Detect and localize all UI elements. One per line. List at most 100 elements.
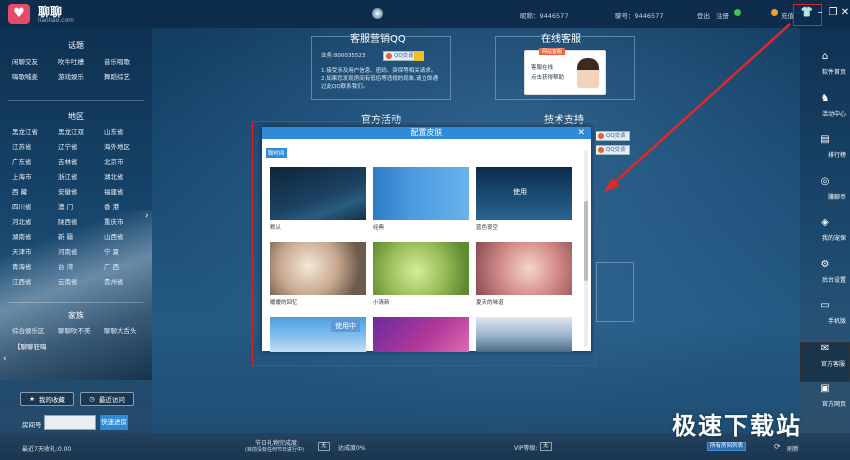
register-link[interactable]: 注册 xyxy=(716,10,729,20)
recent-button[interactable]: ◷ 最近访问 xyxy=(80,392,134,406)
right-sidebar-item[interactable]: ◈ 我的宠保 xyxy=(800,217,850,257)
online-status-icon xyxy=(734,9,741,16)
tech-qq-button-1[interactable]: QQ交谈 xyxy=(595,131,630,141)
tech-qq-button-2[interactable]: QQ交谈 xyxy=(595,145,630,155)
region-item[interactable]: 云南省 xyxy=(58,276,104,286)
region-item[interactable]: 黑龙江双 xyxy=(58,126,104,136)
chevron-right-icon[interactable]: › xyxy=(145,211,149,221)
skin-use-label[interactable]: 使用中 xyxy=(331,320,360,332)
close-icon[interactable]: ✕ xyxy=(838,6,850,20)
skin-shirt-icon[interactable]: 👕 xyxy=(800,6,814,20)
region-item[interactable]: 福建省 xyxy=(104,186,150,196)
customer-service-image[interactable]: 网站客服 客服在线 点击获得帮助 xyxy=(524,48,606,95)
favorites-label: 我的收藏 xyxy=(38,396,65,404)
region-item[interactable]: 江苏省 xyxy=(12,141,58,151)
family-item[interactable]: 聊聊吹不美 xyxy=(58,325,104,335)
region-item[interactable]: 河北省 xyxy=(12,216,58,226)
region-item[interactable]: 河南省 xyxy=(58,246,104,256)
mobile-icon: ▭ xyxy=(820,300,830,311)
region-item[interactable]: 浙江省 xyxy=(58,171,104,181)
region-item[interactable]: 澳 门 xyxy=(58,201,104,211)
right-sidebar-item[interactable]: ⌂ 软件首页 xyxy=(800,51,850,91)
skin-thumbnail[interactable]: 使用 xyxy=(476,167,572,220)
skin-name: 经典 xyxy=(373,225,385,231)
skin-thumbnail[interactable] xyxy=(476,242,572,295)
cs-text2: 点击获得帮助 xyxy=(531,75,565,81)
region-item[interactable]: 青海省 xyxy=(12,261,58,271)
online-service-title: 在线客服 xyxy=(541,34,581,45)
family-item[interactable]: 综合娱乐区 xyxy=(12,325,58,335)
region-item[interactable]: 广东省 xyxy=(12,156,58,166)
scrollbar-thumb[interactable] xyxy=(584,201,588,281)
right-sidebar-item[interactable]: ▣ 官方网页 xyxy=(800,383,850,423)
cs-avatar xyxy=(577,58,599,88)
region-item[interactable]: 广 西 xyxy=(104,261,150,271)
region-item[interactable]: 吉林省 xyxy=(58,156,104,166)
region-item[interactable]: 黑龙江省 xyxy=(12,126,58,136)
region-item[interactable]: 四川省 xyxy=(12,201,58,211)
region-item[interactable]: 西 藏 xyxy=(12,186,58,196)
special-room-item[interactable]: 【聊聊狂嗨 xyxy=(14,341,47,351)
region-item[interactable]: 山西省 xyxy=(104,231,150,241)
chevron-left-icon[interactable]: ‹ xyxy=(3,354,7,364)
region-item[interactable]: 重庆市 xyxy=(104,216,150,226)
favorites-button[interactable]: ★ 我的收藏 xyxy=(20,392,74,406)
regions-list: 黑龙江省 黑龙江双 山东省江苏省 辽宁省 海外地区广东省 吉林省 北京市上海市 浙江省 湖北省西… xyxy=(12,126,150,286)
topic-item[interactable]: 吹牛吐槽 xyxy=(58,56,104,66)
skin-thumbnail[interactable] xyxy=(373,242,469,295)
skin-config-dialog: 配置皮肤 ✕ 聊时间 默认 经典 使用 蓝色夜空 暖暖的回忆 小清新 夏天的味道 使用中 xyxy=(262,127,591,352)
quick-enter-button[interactable]: 快速进房 xyxy=(100,415,128,430)
region-item[interactable]: 海外地区 xyxy=(104,141,150,151)
right-sidebar-item[interactable]: ◎ 赚聊币 xyxy=(800,176,850,216)
region-item[interactable]: 台 湾 xyxy=(58,261,104,271)
recent-label: 最近访问 xyxy=(98,396,125,404)
home-icon: ⌂ xyxy=(821,51,829,62)
skin-category-tag[interactable]: 聊时间 xyxy=(266,148,287,158)
region-item[interactable]: 宁 夏 xyxy=(104,246,150,256)
qq-chat-button[interactable]: QQ交谈 xyxy=(383,51,418,61)
topic-item[interactable]: 嗨歌喊麦 xyxy=(12,71,58,81)
region-item[interactable]: 湖北省 xyxy=(104,171,150,181)
region-item[interactable]: 天津市 xyxy=(12,246,58,256)
minimize-icon[interactable]: – xyxy=(813,6,827,20)
topic-item[interactable]: 音乐唱歌 xyxy=(104,56,150,66)
right-sidebar-item[interactable]: ▭ 手机版 xyxy=(800,300,850,340)
topic-item[interactable]: 闲聊交友 xyxy=(12,56,58,66)
region-item[interactable]: 香 港 xyxy=(104,201,150,211)
region-item[interactable]: 山东省 xyxy=(104,126,150,136)
skin-thumbnail[interactable] xyxy=(476,317,572,352)
region-item[interactable]: 北京市 xyxy=(104,156,150,166)
topic-item[interactable]: 舞蹈综艺 xyxy=(104,71,150,81)
region-item[interactable]: 湖南省 xyxy=(12,231,58,241)
topic-item[interactable]: 游戏娱乐 xyxy=(58,71,104,81)
skin-thumbnail[interactable] xyxy=(270,242,366,295)
room-number-input[interactable] xyxy=(44,415,96,430)
right-sidebar-item[interactable]: ♞ 活动中心 xyxy=(800,93,850,133)
skin-thumbnail[interactable] xyxy=(373,317,469,352)
qq-service-title: 客服营销QQ xyxy=(350,34,406,45)
logout-link[interactable]: 登出 xyxy=(697,10,710,20)
region-item[interactable]: 江西省 xyxy=(12,276,58,286)
region-item[interactable]: 上海市 xyxy=(12,171,58,181)
dialog-close-icon[interactable]: ✕ xyxy=(577,127,585,139)
right-sidebar-item[interactable]: ✉ 官方客服 xyxy=(800,341,850,382)
orb-icon xyxy=(372,8,383,19)
right-sidebar-item[interactable]: ▤ 排行榜 xyxy=(800,134,850,174)
nickname: 昵称：9446577 xyxy=(520,12,569,20)
skin-thumbnail[interactable]: 使用中 xyxy=(270,317,366,352)
region-item[interactable]: 贵州省 xyxy=(104,276,150,286)
region-item[interactable]: 辽宁省 xyxy=(58,141,104,151)
region-item[interactable]: 陕西省 xyxy=(58,216,104,226)
right-sidebar-item[interactable]: ⚙ 后台设置 xyxy=(800,259,850,299)
achievement-rate: 达成度0% xyxy=(338,445,366,452)
skin-thumbnail[interactable] xyxy=(270,167,366,220)
all-rooms-button[interactable]: 所有房间列表 xyxy=(707,442,747,451)
skin-use-label[interactable]: 使用 xyxy=(513,187,527,197)
skin-thumbnail[interactable] xyxy=(373,167,469,220)
refresh-label[interactable]: 刷新 xyxy=(787,444,799,453)
region-item[interactable]: 安徽省 xyxy=(58,186,104,196)
family-item[interactable]: 聊聊大舌头 xyxy=(104,325,150,335)
refresh-icon[interactable]: ⟳ xyxy=(774,442,781,451)
region-item[interactable]: 新 疆 xyxy=(58,231,104,241)
activity-icon: ♞ xyxy=(820,92,830,104)
